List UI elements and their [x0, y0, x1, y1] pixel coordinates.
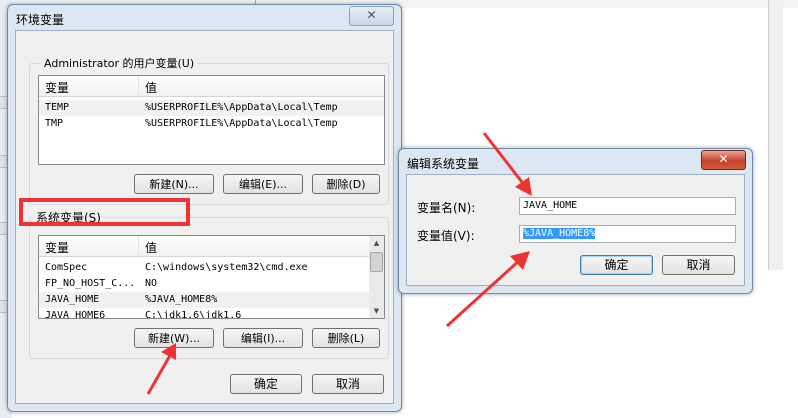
close-button[interactable]: ✕ — [701, 150, 746, 170]
list-item[interactable]: TEMP %USERPROFILE%\AppData\Local\Temp — [39, 100, 384, 116]
list-item[interactable]: JAVA_HOME6 C:\jdk1.6\jdk1.6 — [39, 308, 384, 318]
list-header: 变量 值 — [39, 76, 384, 97]
cancel-button[interactable]: 取消 — [662, 255, 735, 275]
list-item[interactable]: TMP %USERPROFILE%\AppData\Local\Temp — [39, 116, 384, 132]
dialog-title: 编辑系统变量 — [407, 157, 480, 171]
scroll-up-icon[interactable]: ▲ — [369, 236, 384, 250]
list-item[interactable]: FP_NO_HOST_C... NO — [39, 276, 384, 292]
background-scrollbar — [768, 0, 783, 270]
list-scrollbar[interactable]: ▲ ▼ — [369, 236, 384, 318]
user-variables-label: Administrator 的用户变量(U) — [41, 55, 198, 71]
dialog-client-area: 变量名(N): JAVA_HOME 变量值(V): %JAVA_HOME8% 确… — [406, 174, 745, 286]
system-delete-button[interactable]: 删除(L) — [312, 328, 380, 348]
dialog-title: 环境变量 — [16, 13, 65, 27]
close-icon: ✕ — [718, 152, 729, 166]
user-new-button[interactable]: 新建(N)... — [134, 174, 214, 194]
column-header-value[interactable]: 值 — [145, 79, 157, 96]
column-header-variable[interactable]: 变量 — [45, 79, 69, 96]
scroll-down-icon[interactable]: ▼ — [369, 304, 384, 318]
list-header: 变量 值 — [39, 236, 384, 257]
system-edit-button[interactable]: 编辑(I)... — [223, 328, 303, 348]
system-variables-list[interactable]: 变量 值 ComSpec C:\windows\system32\cmd.exe… — [38, 235, 385, 319]
ok-button[interactable]: 确定 — [580, 255, 653, 275]
variable-name-field[interactable]: JAVA_HOME — [519, 197, 736, 215]
column-header-variable[interactable]: 变量 — [45, 239, 69, 256]
close-button[interactable]: ✕ — [349, 6, 394, 26]
cancel-button[interactable]: 取消 — [312, 374, 384, 394]
variable-value-field[interactable]: %JAVA_HOME8% — [519, 225, 736, 243]
dialog-titlebar: 环境变量 ✕ — [8, 5, 401, 31]
edit-system-variable-dialog: 编辑系统变量 ✕ 变量名(N): JAVA_HOME 变量值(V): %JAVA… — [398, 148, 753, 294]
user-delete-button[interactable]: 删除(D) — [312, 174, 380, 194]
annotation-highlight-box — [19, 198, 190, 226]
user-edit-button[interactable]: 编辑(E)... — [223, 174, 303, 194]
system-new-button[interactable]: 新建(W)... — [134, 328, 214, 348]
user-variables-list[interactable]: 变量 值 TEMP %USERPROFILE%\AppData\Local\Te… — [38, 75, 385, 165]
close-icon: ✕ — [366, 8, 377, 22]
scroll-thumb[interactable] — [370, 252, 383, 272]
ok-button[interactable]: 确定 — [230, 374, 302, 394]
dialog-titlebar: 编辑系统变量 ✕ — [399, 149, 752, 175]
variable-name-label: 变量名(N): — [417, 201, 476, 215]
variable-value-label: 变量值(V): — [417, 229, 475, 243]
list-item[interactable]: ComSpec C:\windows\system32\cmd.exe — [39, 260, 384, 276]
column-header-value[interactable]: 值 — [145, 239, 157, 256]
list-item-selected[interactable]: JAVA_HOME %JAVA_HOME8% — [39, 292, 384, 308]
